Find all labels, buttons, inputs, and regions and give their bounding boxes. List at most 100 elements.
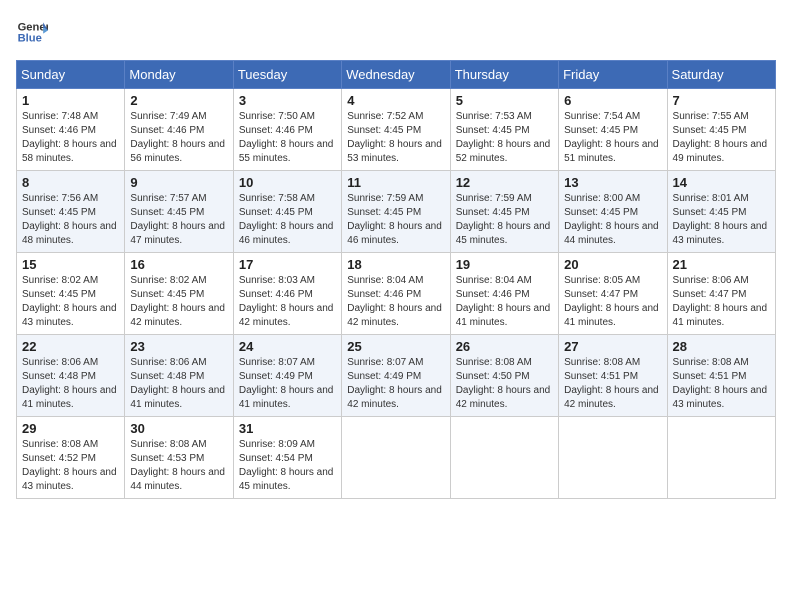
calendar-day-cell: 3 Sunrise: 7:50 AM Sunset: 4:46 PM Dayli… — [233, 89, 341, 171]
calendar: SundayMondayTuesdayWednesdayThursdayFrid… — [16, 60, 776, 499]
day-number: 5 — [456, 93, 553, 108]
calendar-day-cell: 29 Sunrise: 8:08 AM Sunset: 4:52 PM Dayl… — [17, 417, 125, 499]
calendar-day-cell: 4 Sunrise: 7:52 AM Sunset: 4:45 PM Dayli… — [342, 89, 450, 171]
calendar-day-cell: 18 Sunrise: 8:04 AM Sunset: 4:46 PM Dayl… — [342, 253, 450, 335]
calendar-day-cell: 6 Sunrise: 7:54 AM Sunset: 4:45 PM Dayli… — [559, 89, 667, 171]
calendar-day-cell: 5 Sunrise: 7:53 AM Sunset: 4:45 PM Dayli… — [450, 89, 558, 171]
day-info: Sunrise: 8:05 AM Sunset: 4:47 PM Dayligh… — [564, 274, 661, 330]
day-number: 23 — [130, 339, 227, 354]
calendar-day-cell: 25 Sunrise: 8:07 AM Sunset: 4:49 PM Dayl… — [342, 335, 450, 417]
day-info: Sunrise: 8:08 AM Sunset: 4:50 PM Dayligh… — [456, 356, 553, 412]
calendar-day-cell: 19 Sunrise: 8:04 AM Sunset: 4:46 PM Dayl… — [450, 253, 558, 335]
calendar-week-row: 8 Sunrise: 7:56 AM Sunset: 4:45 PM Dayli… — [17, 171, 776, 253]
calendar-day-cell: 1 Sunrise: 7:48 AM Sunset: 4:46 PM Dayli… — [17, 89, 125, 171]
day-number: 8 — [22, 175, 119, 190]
day-number: 6 — [564, 93, 661, 108]
svg-text:Blue: Blue — [18, 33, 42, 45]
calendar-week-row: 15 Sunrise: 8:02 AM Sunset: 4:45 PM Dayl… — [17, 253, 776, 335]
calendar-day-cell: 15 Sunrise: 8:02 AM Sunset: 4:45 PM Dayl… — [17, 253, 125, 335]
weekday-header-cell: Sunday — [17, 61, 125, 89]
day-info: Sunrise: 8:08 AM Sunset: 4:51 PM Dayligh… — [564, 356, 661, 412]
calendar-day-cell: 8 Sunrise: 7:56 AM Sunset: 4:45 PM Dayli… — [17, 171, 125, 253]
day-number: 27 — [564, 339, 661, 354]
day-number: 19 — [456, 257, 553, 272]
calendar-day-cell: 26 Sunrise: 8:08 AM Sunset: 4:50 PM Dayl… — [450, 335, 558, 417]
day-number: 17 — [239, 257, 336, 272]
day-info: Sunrise: 8:04 AM Sunset: 4:46 PM Dayligh… — [456, 274, 553, 330]
day-info: Sunrise: 8:09 AM Sunset: 4:54 PM Dayligh… — [239, 438, 336, 494]
weekday-header-cell: Friday — [559, 61, 667, 89]
page-header: General Blue — [16, 16, 776, 48]
calendar-day-cell — [342, 417, 450, 499]
day-info: Sunrise: 7:59 AM Sunset: 4:45 PM Dayligh… — [347, 192, 444, 248]
calendar-day-cell: 14 Sunrise: 8:01 AM Sunset: 4:45 PM Dayl… — [667, 171, 775, 253]
calendar-week-row: 22 Sunrise: 8:06 AM Sunset: 4:48 PM Dayl… — [17, 335, 776, 417]
day-number: 15 — [22, 257, 119, 272]
weekday-header-cell: Thursday — [450, 61, 558, 89]
day-number: 13 — [564, 175, 661, 190]
calendar-day-cell: 13 Sunrise: 8:00 AM Sunset: 4:45 PM Dayl… — [559, 171, 667, 253]
day-info: Sunrise: 8:08 AM Sunset: 4:51 PM Dayligh… — [673, 356, 770, 412]
day-number: 21 — [673, 257, 770, 272]
day-info: Sunrise: 8:00 AM Sunset: 4:45 PM Dayligh… — [564, 192, 661, 248]
day-number: 10 — [239, 175, 336, 190]
calendar-day-cell — [450, 417, 558, 499]
day-info: Sunrise: 8:02 AM Sunset: 4:45 PM Dayligh… — [22, 274, 119, 330]
day-number: 31 — [239, 421, 336, 436]
day-number: 3 — [239, 93, 336, 108]
day-number: 7 — [673, 93, 770, 108]
day-info: Sunrise: 8:07 AM Sunset: 4:49 PM Dayligh… — [347, 356, 444, 412]
calendar-day-cell: 30 Sunrise: 8:08 AM Sunset: 4:53 PM Dayl… — [125, 417, 233, 499]
calendar-day-cell: 12 Sunrise: 7:59 AM Sunset: 4:45 PM Dayl… — [450, 171, 558, 253]
logo: General Blue — [16, 16, 52, 48]
day-info: Sunrise: 8:08 AM Sunset: 4:52 PM Dayligh… — [22, 438, 119, 494]
calendar-day-cell: 11 Sunrise: 7:59 AM Sunset: 4:45 PM Dayl… — [342, 171, 450, 253]
logo-icon: General Blue — [16, 16, 48, 48]
weekday-header-cell: Wednesday — [342, 61, 450, 89]
day-info: Sunrise: 7:56 AM Sunset: 4:45 PM Dayligh… — [22, 192, 119, 248]
calendar-day-cell: 2 Sunrise: 7:49 AM Sunset: 4:46 PM Dayli… — [125, 89, 233, 171]
day-info: Sunrise: 8:08 AM Sunset: 4:53 PM Dayligh… — [130, 438, 227, 494]
calendar-body: 1 Sunrise: 7:48 AM Sunset: 4:46 PM Dayli… — [17, 89, 776, 499]
weekday-header-cell: Tuesday — [233, 61, 341, 89]
weekday-header-cell: Monday — [125, 61, 233, 89]
day-info: Sunrise: 7:53 AM Sunset: 4:45 PM Dayligh… — [456, 110, 553, 166]
calendar-week-row: 29 Sunrise: 8:08 AM Sunset: 4:52 PM Dayl… — [17, 417, 776, 499]
calendar-day-cell: 27 Sunrise: 8:08 AM Sunset: 4:51 PM Dayl… — [559, 335, 667, 417]
day-number: 16 — [130, 257, 227, 272]
day-number: 29 — [22, 421, 119, 436]
calendar-day-cell: 17 Sunrise: 8:03 AM Sunset: 4:46 PM Dayl… — [233, 253, 341, 335]
calendar-day-cell: 20 Sunrise: 8:05 AM Sunset: 4:47 PM Dayl… — [559, 253, 667, 335]
day-info: Sunrise: 7:50 AM Sunset: 4:46 PM Dayligh… — [239, 110, 336, 166]
day-number: 26 — [456, 339, 553, 354]
day-info: Sunrise: 7:52 AM Sunset: 4:45 PM Dayligh… — [347, 110, 444, 166]
day-number: 25 — [347, 339, 444, 354]
calendar-week-row: 1 Sunrise: 7:48 AM Sunset: 4:46 PM Dayli… — [17, 89, 776, 171]
day-number: 20 — [564, 257, 661, 272]
calendar-day-cell: 9 Sunrise: 7:57 AM Sunset: 4:45 PM Dayli… — [125, 171, 233, 253]
day-number: 14 — [673, 175, 770, 190]
day-info: Sunrise: 8:06 AM Sunset: 4:48 PM Dayligh… — [130, 356, 227, 412]
day-info: Sunrise: 8:01 AM Sunset: 4:45 PM Dayligh… — [673, 192, 770, 248]
day-number: 18 — [347, 257, 444, 272]
calendar-day-cell: 23 Sunrise: 8:06 AM Sunset: 4:48 PM Dayl… — [125, 335, 233, 417]
day-number: 1 — [22, 93, 119, 108]
day-info: Sunrise: 7:58 AM Sunset: 4:45 PM Dayligh… — [239, 192, 336, 248]
day-number: 28 — [673, 339, 770, 354]
day-info: Sunrise: 7:54 AM Sunset: 4:45 PM Dayligh… — [564, 110, 661, 166]
day-info: Sunrise: 7:48 AM Sunset: 4:46 PM Dayligh… — [22, 110, 119, 166]
day-number: 12 — [456, 175, 553, 190]
calendar-day-cell: 31 Sunrise: 8:09 AM Sunset: 4:54 PM Dayl… — [233, 417, 341, 499]
day-info: Sunrise: 8:02 AM Sunset: 4:45 PM Dayligh… — [130, 274, 227, 330]
day-number: 4 — [347, 93, 444, 108]
day-number: 11 — [347, 175, 444, 190]
day-info: Sunrise: 7:57 AM Sunset: 4:45 PM Dayligh… — [130, 192, 227, 248]
day-number: 22 — [22, 339, 119, 354]
calendar-day-cell — [667, 417, 775, 499]
weekday-header-cell: Saturday — [667, 61, 775, 89]
calendar-day-cell: 24 Sunrise: 8:07 AM Sunset: 4:49 PM Dayl… — [233, 335, 341, 417]
calendar-day-cell: 16 Sunrise: 8:02 AM Sunset: 4:45 PM Dayl… — [125, 253, 233, 335]
calendar-day-cell: 28 Sunrise: 8:08 AM Sunset: 4:51 PM Dayl… — [667, 335, 775, 417]
calendar-day-cell — [559, 417, 667, 499]
weekday-header-row: SundayMondayTuesdayWednesdayThursdayFrid… — [17, 61, 776, 89]
